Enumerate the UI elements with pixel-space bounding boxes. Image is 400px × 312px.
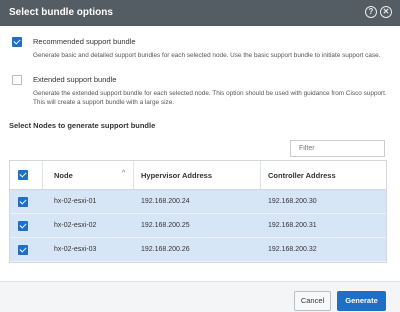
row-checkbox[interactable] [18, 197, 28, 207]
column-divider [260, 161, 261, 189]
node-name: hx-02-esxi-01 [54, 198, 97, 205]
filter-input[interactable] [290, 140, 385, 157]
cancel-button[interactable]: Cancel [294, 291, 331, 311]
node-name: hx-02-esxi-03 [54, 246, 97, 253]
table-row[interactable]: hx-02-esxi-01 192.168.200.24 192.168.200… [10, 190, 386, 214]
column-header-controller[interactable]: Controller Address [268, 171, 336, 180]
generate-button[interactable]: Generate [337, 291, 386, 311]
dialog-title: Select bundle options [9, 7, 113, 18]
nodes-section-title: Select Nodes to generate support bundle [9, 121, 156, 130]
select-all-checkbox[interactable] [18, 170, 28, 180]
controller-address: 192.168.200.30 [268, 198, 317, 205]
controller-address: 192.168.200.32 [268, 246, 317, 253]
node-name: hx-02-esxi-02 [54, 222, 97, 229]
recommended-bundle-label: Recommended support bundle [33, 37, 136, 46]
column-divider [133, 161, 134, 189]
recommended-bundle-description: Generate basic and detailed support bund… [33, 52, 381, 59]
close-icon[interactable]: ✕ [380, 6, 392, 18]
recommended-bundle-checkbox[interactable] [12, 37, 22, 47]
dialog-footer: Cancel Generate [0, 281, 400, 312]
column-header-node[interactable]: Node [54, 171, 73, 180]
table-row[interactable]: hx-02-esxi-03 192.168.200.26 192.168.200… [10, 238, 386, 262]
hypervisor-address: 192.168.200.25 [141, 222, 190, 229]
hypervisor-address: 192.168.200.26 [141, 246, 190, 253]
row-checkbox[interactable] [18, 221, 28, 231]
column-header-hypervisor[interactable]: Hypervisor Address [141, 171, 212, 180]
nodes-table: Node ^ Hypervisor Address Controller Add… [9, 160, 387, 263]
hypervisor-address: 192.168.200.24 [141, 198, 190, 205]
dialog-header: Select bundle options ? ✕ [0, 0, 400, 26]
sort-up-icon[interactable]: ^ [122, 170, 125, 177]
extended-bundle-label: Extended support bundle [33, 75, 117, 84]
table-row[interactable]: hx-02-esxi-02 192.168.200.25 192.168.200… [10, 214, 386, 238]
column-divider [42, 161, 43, 189]
extended-bundle-checkbox[interactable] [12, 75, 22, 85]
help-icon[interactable]: ? [365, 6, 377, 18]
table-header: Node ^ Hypervisor Address Controller Add… [10, 161, 386, 190]
extended-bundle-description: Generate the extended support bundle for… [33, 90, 387, 106]
row-checkbox[interactable] [18, 245, 28, 255]
controller-address: 192.168.200.31 [268, 222, 317, 229]
